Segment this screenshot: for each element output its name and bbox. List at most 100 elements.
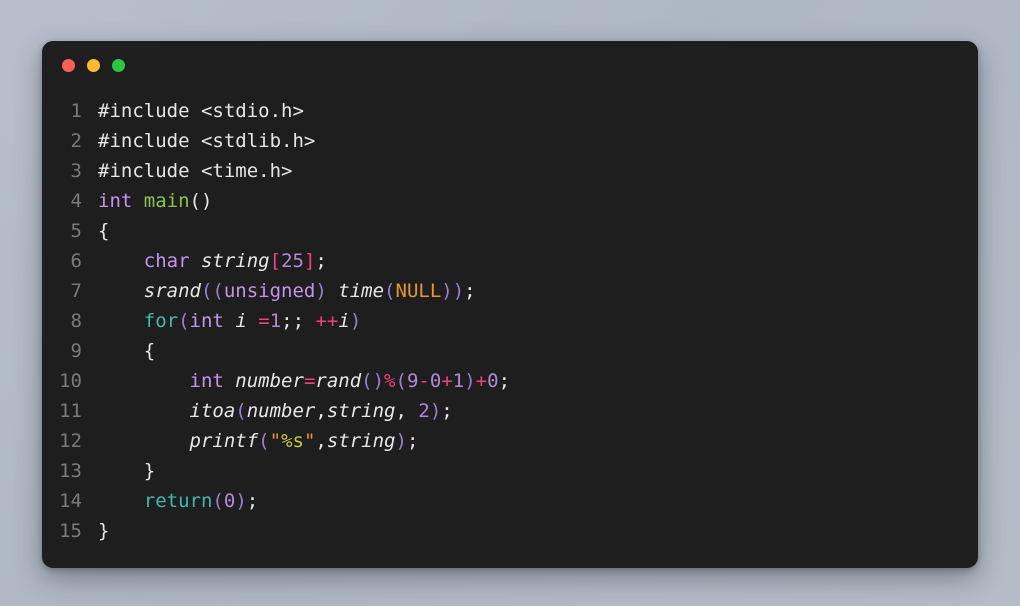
code-line[interactable]: 4 int main() xyxy=(42,186,978,216)
line-number: 13 xyxy=(59,460,82,482)
code-token: ( xyxy=(395,370,407,392)
code-line[interactable]: 5{ xyxy=(42,216,978,246)
code-token: ( xyxy=(178,310,190,332)
code-token: srand xyxy=(143,280,201,302)
code-line[interactable]: 8 for(int i =1;; ++i) xyxy=(42,306,978,336)
code-token: ;; xyxy=(281,310,305,332)
code-line-content: { xyxy=(92,216,109,246)
code-token: for xyxy=(143,310,179,332)
code-line-content: for(int i =1;; ++i) xyxy=(92,306,362,336)
code-line-content: srand((unsigned) time(NULL)); xyxy=(92,276,476,306)
code-token: { xyxy=(143,340,156,362)
code-token: #include <stdlib.h> xyxy=(98,130,316,152)
code-line[interactable]: 7 srand((unsigned) time(NULL)); xyxy=(42,276,978,306)
code-token: i xyxy=(338,310,350,332)
code-token: NULL xyxy=(395,280,442,302)
code-token: ; xyxy=(498,370,511,392)
screenshot-root: 1 #include <stdio.h> 2 #include <stdlib.h> 3… xyxy=(0,0,1020,606)
line-number: 15 xyxy=(59,520,82,542)
code-token: #include <stdio.h> xyxy=(98,100,304,122)
code-line-content: int number=rand()%(9-0+1)+0; xyxy=(92,366,511,396)
code-token: { xyxy=(98,220,110,242)
code-token: int xyxy=(98,190,133,212)
code-line[interactable]: 10 int number=rand()%(9-0+1)+0; xyxy=(42,366,978,396)
code-token: time xyxy=(338,280,385,302)
code-line-content: return(0); xyxy=(92,486,258,516)
window-titlebar xyxy=(42,41,978,89)
code-token: ; xyxy=(441,400,453,422)
line-number: 10 xyxy=(59,370,82,392)
code-token: ) xyxy=(429,400,442,422)
code-token: return xyxy=(143,490,213,512)
code-token: () xyxy=(361,370,385,392)
code-token: = xyxy=(258,310,270,332)
line-number: 6 xyxy=(70,250,82,272)
code-line-content: printf("%s",string); xyxy=(92,426,419,456)
minimize-button[interactable] xyxy=(87,58,100,72)
code-token: int xyxy=(189,370,224,392)
code-token: 1 xyxy=(269,310,282,332)
line-number: 5 xyxy=(70,220,82,242)
code-line[interactable]: 3 #include <time.h> xyxy=(42,156,978,186)
code-token: 2 xyxy=(418,400,430,422)
line-number: 7 xyxy=(70,280,82,302)
code-token: ( xyxy=(212,490,224,512)
code-line[interactable]: 6 char string[25]; xyxy=(42,246,978,276)
code-line-content: #include <time.h> xyxy=(92,156,292,186)
code-token: 9 xyxy=(406,370,419,392)
code-token: , xyxy=(315,400,327,422)
code-token: " xyxy=(303,430,316,452)
code-editor[interactable]: 1 #include <stdio.h> 2 #include <stdlib.h> 3… xyxy=(42,89,978,546)
code-token: ] xyxy=(303,250,316,272)
maximize-button[interactable] xyxy=(112,58,125,72)
code-token: string xyxy=(200,250,270,272)
code-token: () xyxy=(189,190,213,212)
code-token: 0 xyxy=(487,370,499,392)
code-token: string xyxy=(326,430,396,452)
code-token: (( xyxy=(200,280,224,302)
code-line-content: { xyxy=(92,336,155,366)
code-token: ) xyxy=(464,370,476,392)
code-token: %s xyxy=(281,430,304,452)
code-line[interactable]: 13 } xyxy=(42,456,978,486)
code-line[interactable]: 2 #include <stdlib.h> xyxy=(42,126,978,156)
code-token: itoa xyxy=(189,400,236,422)
code-token: ; xyxy=(406,430,419,452)
code-token: char xyxy=(143,250,190,272)
close-button[interactable] xyxy=(62,58,75,72)
code-token: main xyxy=(143,190,190,212)
line-number: 1 xyxy=(70,100,82,122)
code-token: printf xyxy=(189,430,259,452)
code-line-content: #include <stdlib.h> xyxy=(92,126,315,156)
code-line[interactable]: 11 itoa(number,string, 2); xyxy=(42,396,978,426)
code-line[interactable]: 15} xyxy=(42,516,978,546)
code-token: 0 xyxy=(223,490,236,512)
code-token: ; xyxy=(464,280,476,302)
code-line[interactable]: 1 #include <stdio.h> xyxy=(42,96,978,126)
code-line[interactable]: 14 return(0); xyxy=(42,486,978,516)
code-token: % xyxy=(384,370,396,392)
code-token: ) xyxy=(315,280,327,302)
code-line[interactable]: 9 { xyxy=(42,336,978,366)
code-token: , xyxy=(315,430,327,452)
code-token: 0 xyxy=(429,370,442,392)
code-token: string xyxy=(326,400,396,422)
code-line-content: itoa(number,string, 2); xyxy=(92,396,453,426)
code-token: - xyxy=(418,370,430,392)
code-token: unsigned xyxy=(223,280,316,302)
code-line[interactable]: 12 printf("%s",string); xyxy=(42,426,978,456)
code-line-content: } xyxy=(92,516,109,546)
code-token: #include <time.h> xyxy=(98,160,293,182)
